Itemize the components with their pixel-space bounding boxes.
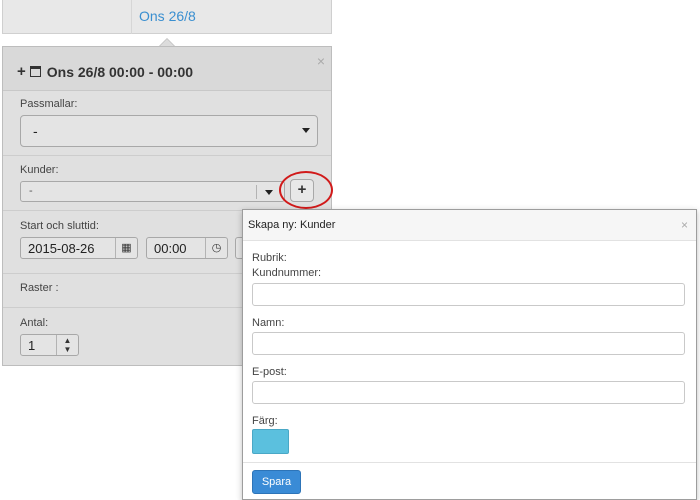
dialog-footer-divider: [243, 462, 696, 463]
start-time-field[interactable]: 00:00 ◷: [146, 237, 228, 259]
epost-label: E-post:: [252, 366, 287, 378]
calendar-column-divider: [131, 0, 132, 34]
antal-stepper[interactable]: 1 ▲ ▼: [20, 334, 79, 356]
save-button[interactable]: Spara: [252, 470, 301, 494]
calendar-icon[interactable]: ▦: [115, 238, 137, 258]
kundnummer-input[interactable]: [252, 283, 685, 306]
start-slut-label: Start och sluttid:: [20, 220, 99, 232]
start-time-value: 00:00: [154, 241, 187, 256]
popover-title: Ons 26/8 00:00 - 00:00: [46, 63, 194, 80]
chevron-down-icon: [265, 190, 273, 195]
calendar-day-label[interactable]: Ons 26/8: [139, 8, 196, 24]
color-label: Färg:: [252, 415, 278, 427]
epost-input[interactable]: [252, 381, 685, 404]
rubrik-label: Rubrik:: [252, 252, 287, 264]
antal-label: Antal:: [20, 317, 49, 329]
page: Ons 26/8 + Ons 26/8 00:00 - 00:00 × Pass…: [0, 0, 700, 500]
chevron-down-icon: [302, 128, 310, 133]
dialog-title: Skapa ny: Kunder: [248, 219, 336, 231]
passmallar-value: -: [33, 123, 38, 139]
calendar-icon: [29, 66, 41, 77]
raster-label: Raster :: [20, 282, 59, 294]
passmallar-select[interactable]: -: [20, 115, 318, 147]
kunder-label: Kunder:: [20, 164, 59, 176]
color-picker-swatch[interactable]: [252, 429, 289, 454]
namn-input[interactable]: [252, 332, 685, 355]
stepper-arrows-icon[interactable]: ▲ ▼: [56, 335, 78, 355]
highlight-circle: [279, 171, 333, 209]
divider: [3, 155, 331, 156]
select-separator: [256, 185, 257, 199]
start-date-value: 2015-08-26: [28, 241, 95, 256]
passmallar-label: Passmallar:: [20, 98, 78, 110]
kundnummer-label: Kundnummer:: [252, 267, 322, 279]
antal-value: 1: [28, 338, 36, 353]
calendar-header: Ons 26/8: [2, 0, 332, 34]
start-date-field[interactable]: 2015-08-26 ▦: [20, 237, 138, 259]
kunder-select[interactable]: -: [20, 181, 285, 202]
dialog-close-button[interactable]: ×: [681, 218, 688, 232]
popover-header: + Ons 26/8 00:00 - 00:00 ×: [3, 47, 331, 91]
plus-icon: +: [17, 63, 26, 80]
create-customer-dialog: Skapa ny: Kunder × Rubrik: Kundnummer: N…: [242, 209, 697, 500]
popover-title-row: + Ons 26/8 00:00 - 00:00: [17, 63, 193, 80]
dialog-header: Skapa ny: Kunder ×: [243, 210, 696, 241]
clock-icon[interactable]: ◷: [205, 238, 227, 258]
kunder-value: -: [29, 185, 33, 197]
popover-close-button[interactable]: ×: [317, 53, 325, 69]
namn-label: Namn:: [252, 317, 285, 329]
